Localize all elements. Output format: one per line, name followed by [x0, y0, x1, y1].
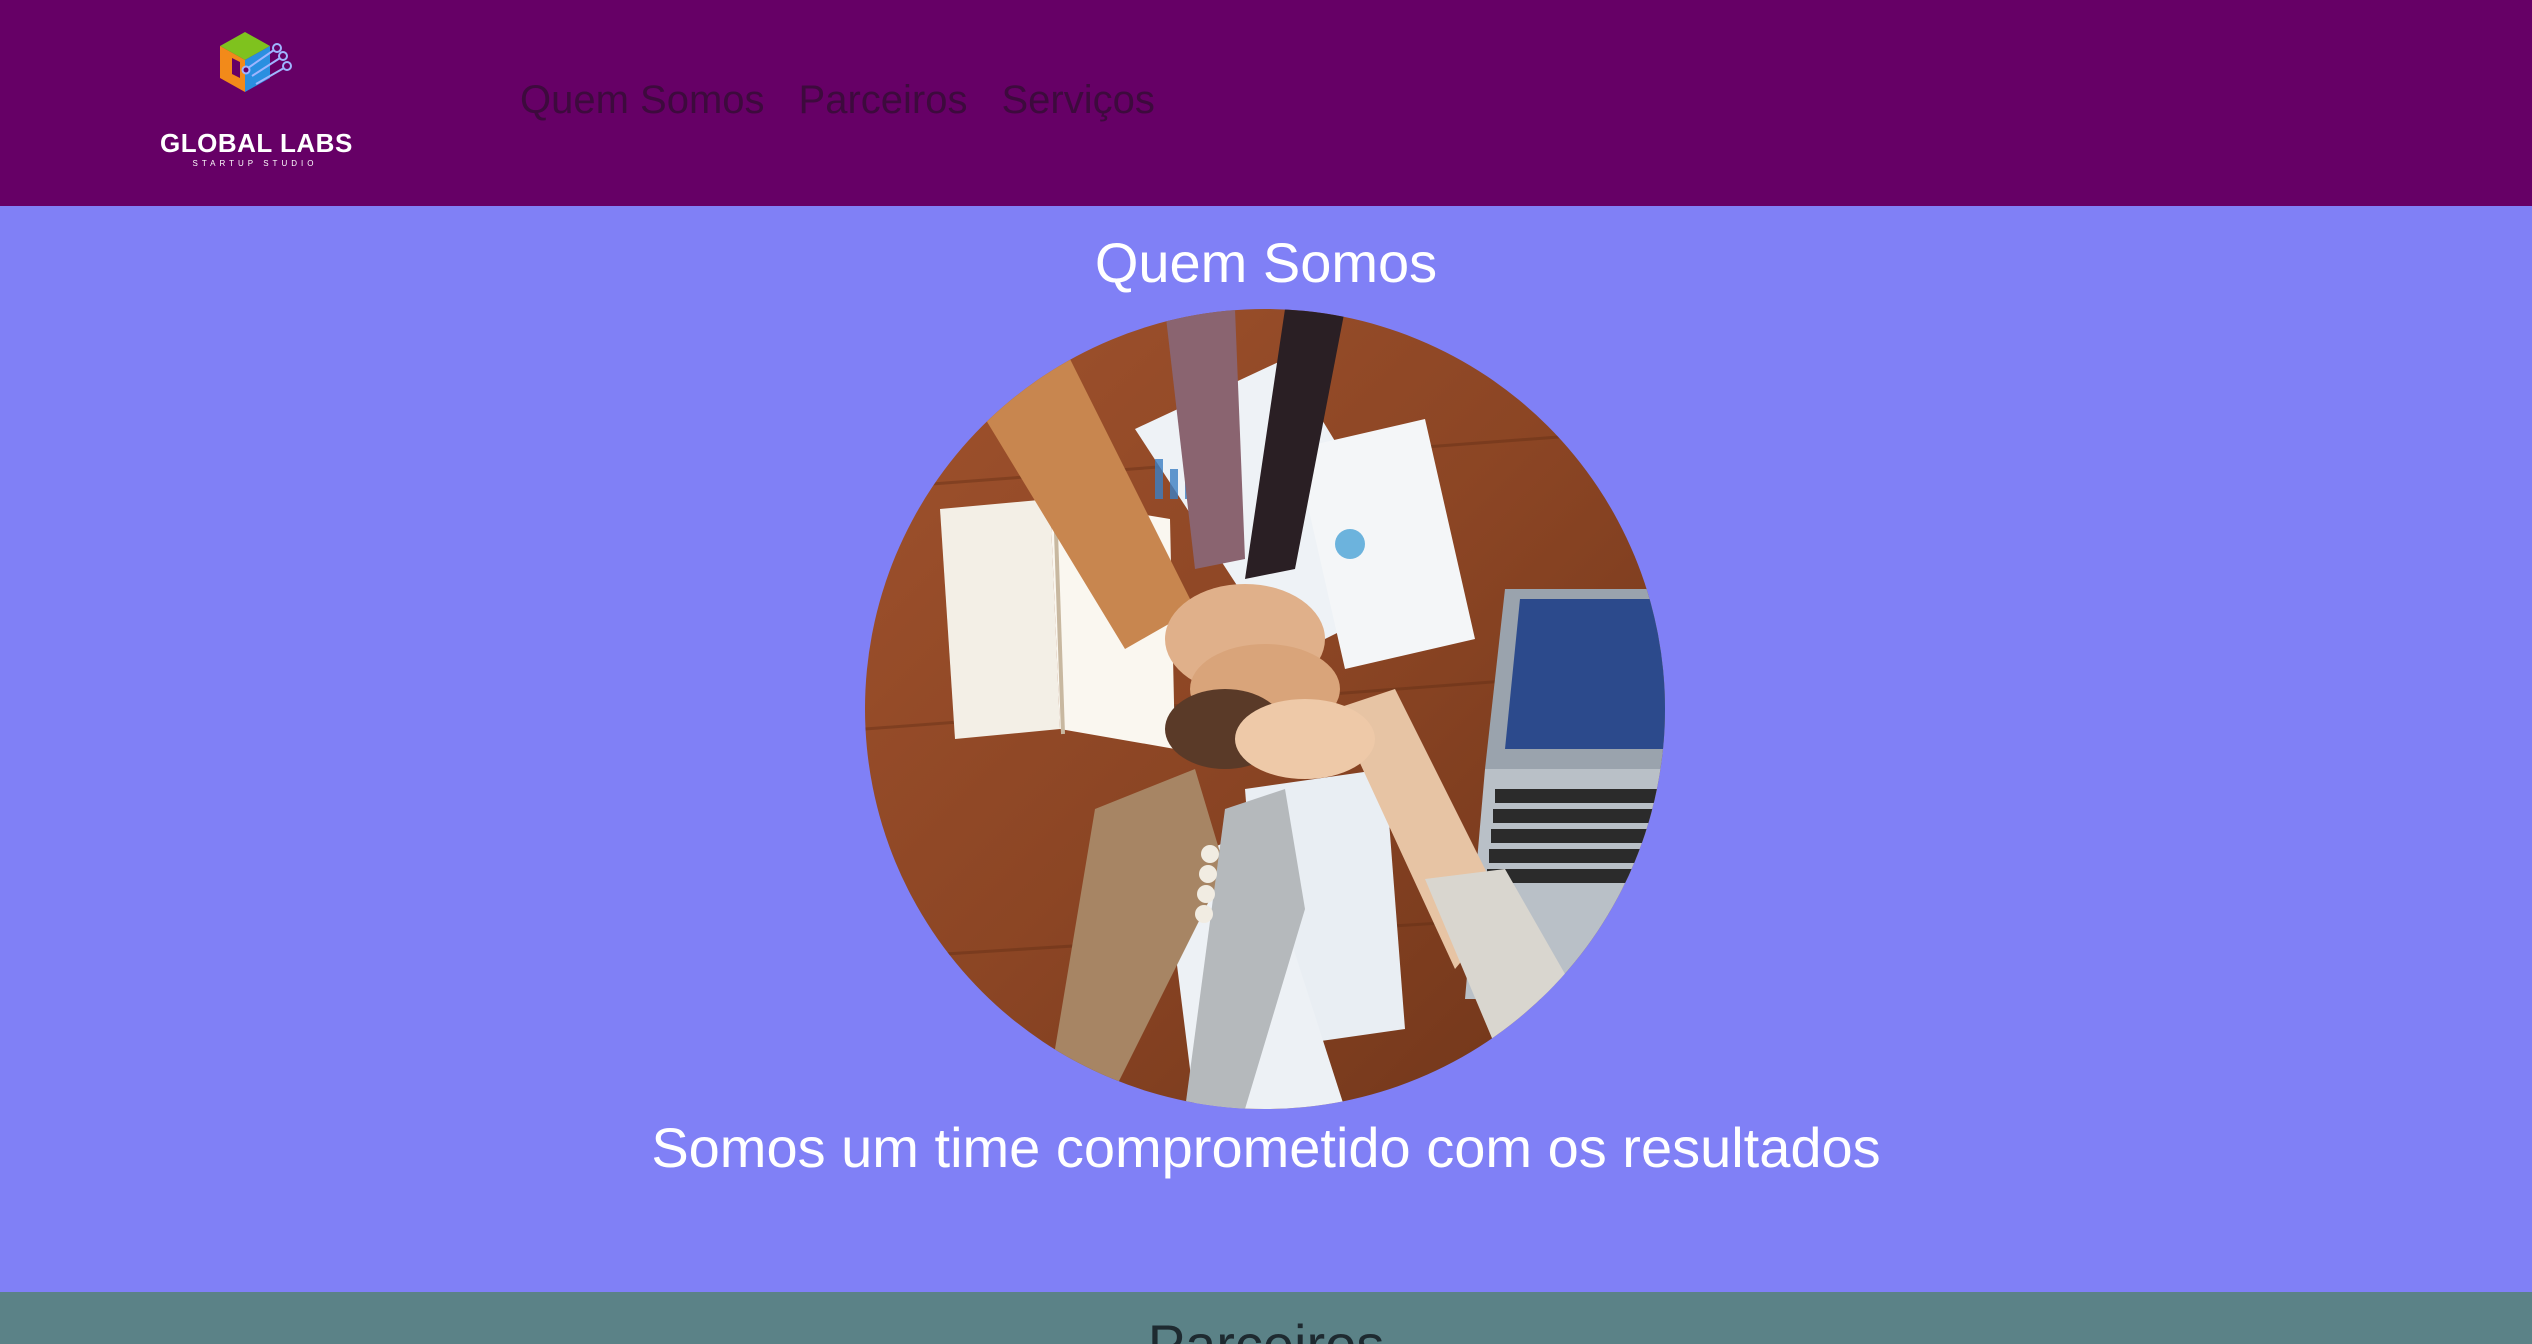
nav-link-quem-somos[interactable]: Quem Somos	[520, 76, 765, 124]
about-title: Quem Somos	[1094, 231, 1438, 294]
partners-section: Parceiros	[0, 1292, 2532, 1344]
global-labs-logo[interactable]: GLOBAL LABS STARTUP STUDIO	[160, 28, 353, 178]
main-nav: Quem Somos Parceiros Serviços	[520, 76, 1155, 124]
about-tagline: Somos um time comprometido com os result…	[651, 1116, 1881, 1179]
site-header: GLOBAL LABS STARTUP STUDIO Quem Somos Pa…	[0, 0, 2532, 206]
team-hands-photo	[865, 309, 1665, 1109]
about-section: Quem Somos Somos um time comprometido co…	[0, 206, 2532, 1292]
partners-title: Parceiros	[0, 1310, 2532, 1344]
nav-link-servicos[interactable]: Serviços	[1001, 76, 1154, 124]
cube-logo-icon	[220, 32, 292, 92]
page: GLOBAL LABS STARTUP STUDIO Quem Somos Pa…	[0, 0, 2532, 1344]
logo-title: GLOBAL LABS	[160, 128, 353, 158]
logo-subtitle: STARTUP STUDIO	[192, 159, 318, 168]
nav-link-parceiros[interactable]: Parceiros	[799, 76, 968, 124]
